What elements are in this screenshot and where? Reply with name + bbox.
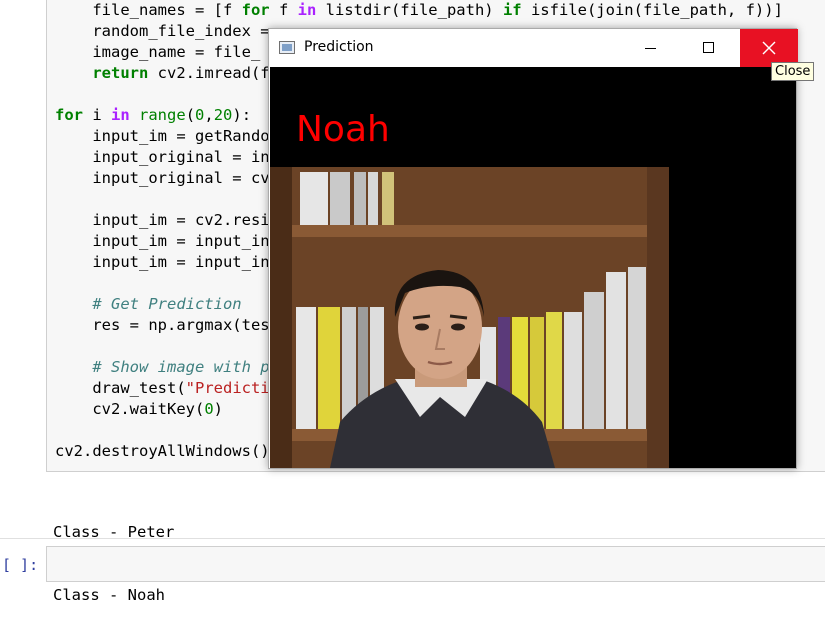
code-token: ,	[204, 106, 214, 124]
code-token: cv2.destroyAllWindows()	[55, 442, 270, 460]
code-token: in	[111, 106, 130, 124]
prediction-label: Noah	[296, 109, 390, 150]
code-token: isfile(join(file_path, f))]	[521, 1, 783, 19]
minimize-button[interactable]	[627, 29, 673, 67]
window-title: Prediction	[304, 39, 374, 55]
code-token: )	[213, 400, 223, 418]
face-photo	[270, 167, 669, 468]
code-token: image_name = file_	[55, 43, 261, 61]
code-token: 0	[195, 106, 205, 124]
code-token: input_im = input_in	[55, 232, 270, 250]
code-token: random_file_index =	[55, 22, 279, 40]
code-token: 0	[204, 400, 214, 418]
close-icon	[762, 41, 776, 55]
code-token: input_im = input_in	[55, 253, 270, 271]
code-token: (	[185, 106, 196, 124]
code-token: if	[502, 1, 522, 19]
window-titlebar[interactable]: Prediction	[269, 29, 798, 67]
window-app-icon	[279, 41, 295, 54]
code-token: range	[139, 106, 186, 124]
code-token: 20	[213, 106, 233, 124]
image-canvas: Noah	[270, 67, 796, 468]
output-line: Class - Noah	[53, 586, 165, 604]
empty-code-cell[interactable]	[46, 546, 825, 582]
code-token: res = np.argmax(tes	[55, 316, 270, 334]
code-token: input_original = in	[55, 148, 270, 166]
code-token: in	[297, 1, 317, 19]
output-line: Class - Peter	[53, 523, 175, 541]
code-token: ):	[232, 106, 252, 124]
code-token: # Show image with p	[92, 358, 270, 376]
code-token: draw_test(	[55, 379, 186, 397]
code-token: cv2.imread(f	[148, 64, 270, 82]
close-tooltip: Close	[771, 62, 815, 81]
code-token: "Predicti	[185, 379, 270, 397]
prediction-window[interactable]: Prediction Noah	[268, 28, 798, 469]
code-token: for	[241, 1, 270, 19]
code-token: input_im = getRando	[55, 127, 270, 145]
code-token: # Get Prediction	[92, 295, 242, 313]
code-token: for	[55, 106, 83, 124]
code-token: cv2.waitKey(	[55, 400, 205, 418]
maximize-button[interactable]	[685, 29, 731, 67]
cell-separator	[0, 538, 825, 539]
code-token: f	[269, 1, 298, 19]
code-token: return	[92, 64, 149, 82]
code-line: file_names = [f for f in listdir(file_pa…	[55, 0, 783, 21]
input-prompt: [ ]:	[2, 556, 39, 574]
code-token: listdir(file_path)	[316, 1, 503, 19]
code-token: i	[83, 106, 111, 124]
code-token: file_names = [f	[55, 1, 242, 19]
